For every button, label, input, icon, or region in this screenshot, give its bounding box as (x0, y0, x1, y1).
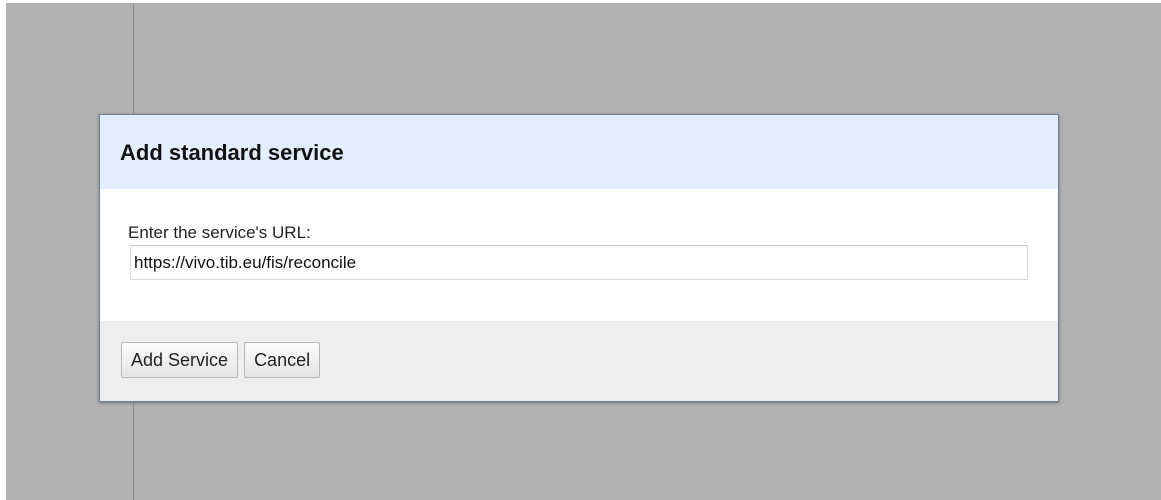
add-standard-service-dialog: Add standard service Enter the service's… (99, 114, 1059, 402)
url-field-label: Enter the service's URL: (128, 223, 311, 242)
dialog-footer: Add Service Cancel (100, 321, 1058, 401)
dialog-body: Enter the service's URL: (100, 189, 1058, 321)
cancel-button[interactable]: Cancel (244, 342, 321, 378)
dialog-header: Add standard service (100, 115, 1058, 189)
add-service-button[interactable]: Add Service (121, 342, 239, 378)
service-url-input[interactable] (130, 245, 1028, 280)
dialog-title: Add standard service (120, 140, 344, 165)
